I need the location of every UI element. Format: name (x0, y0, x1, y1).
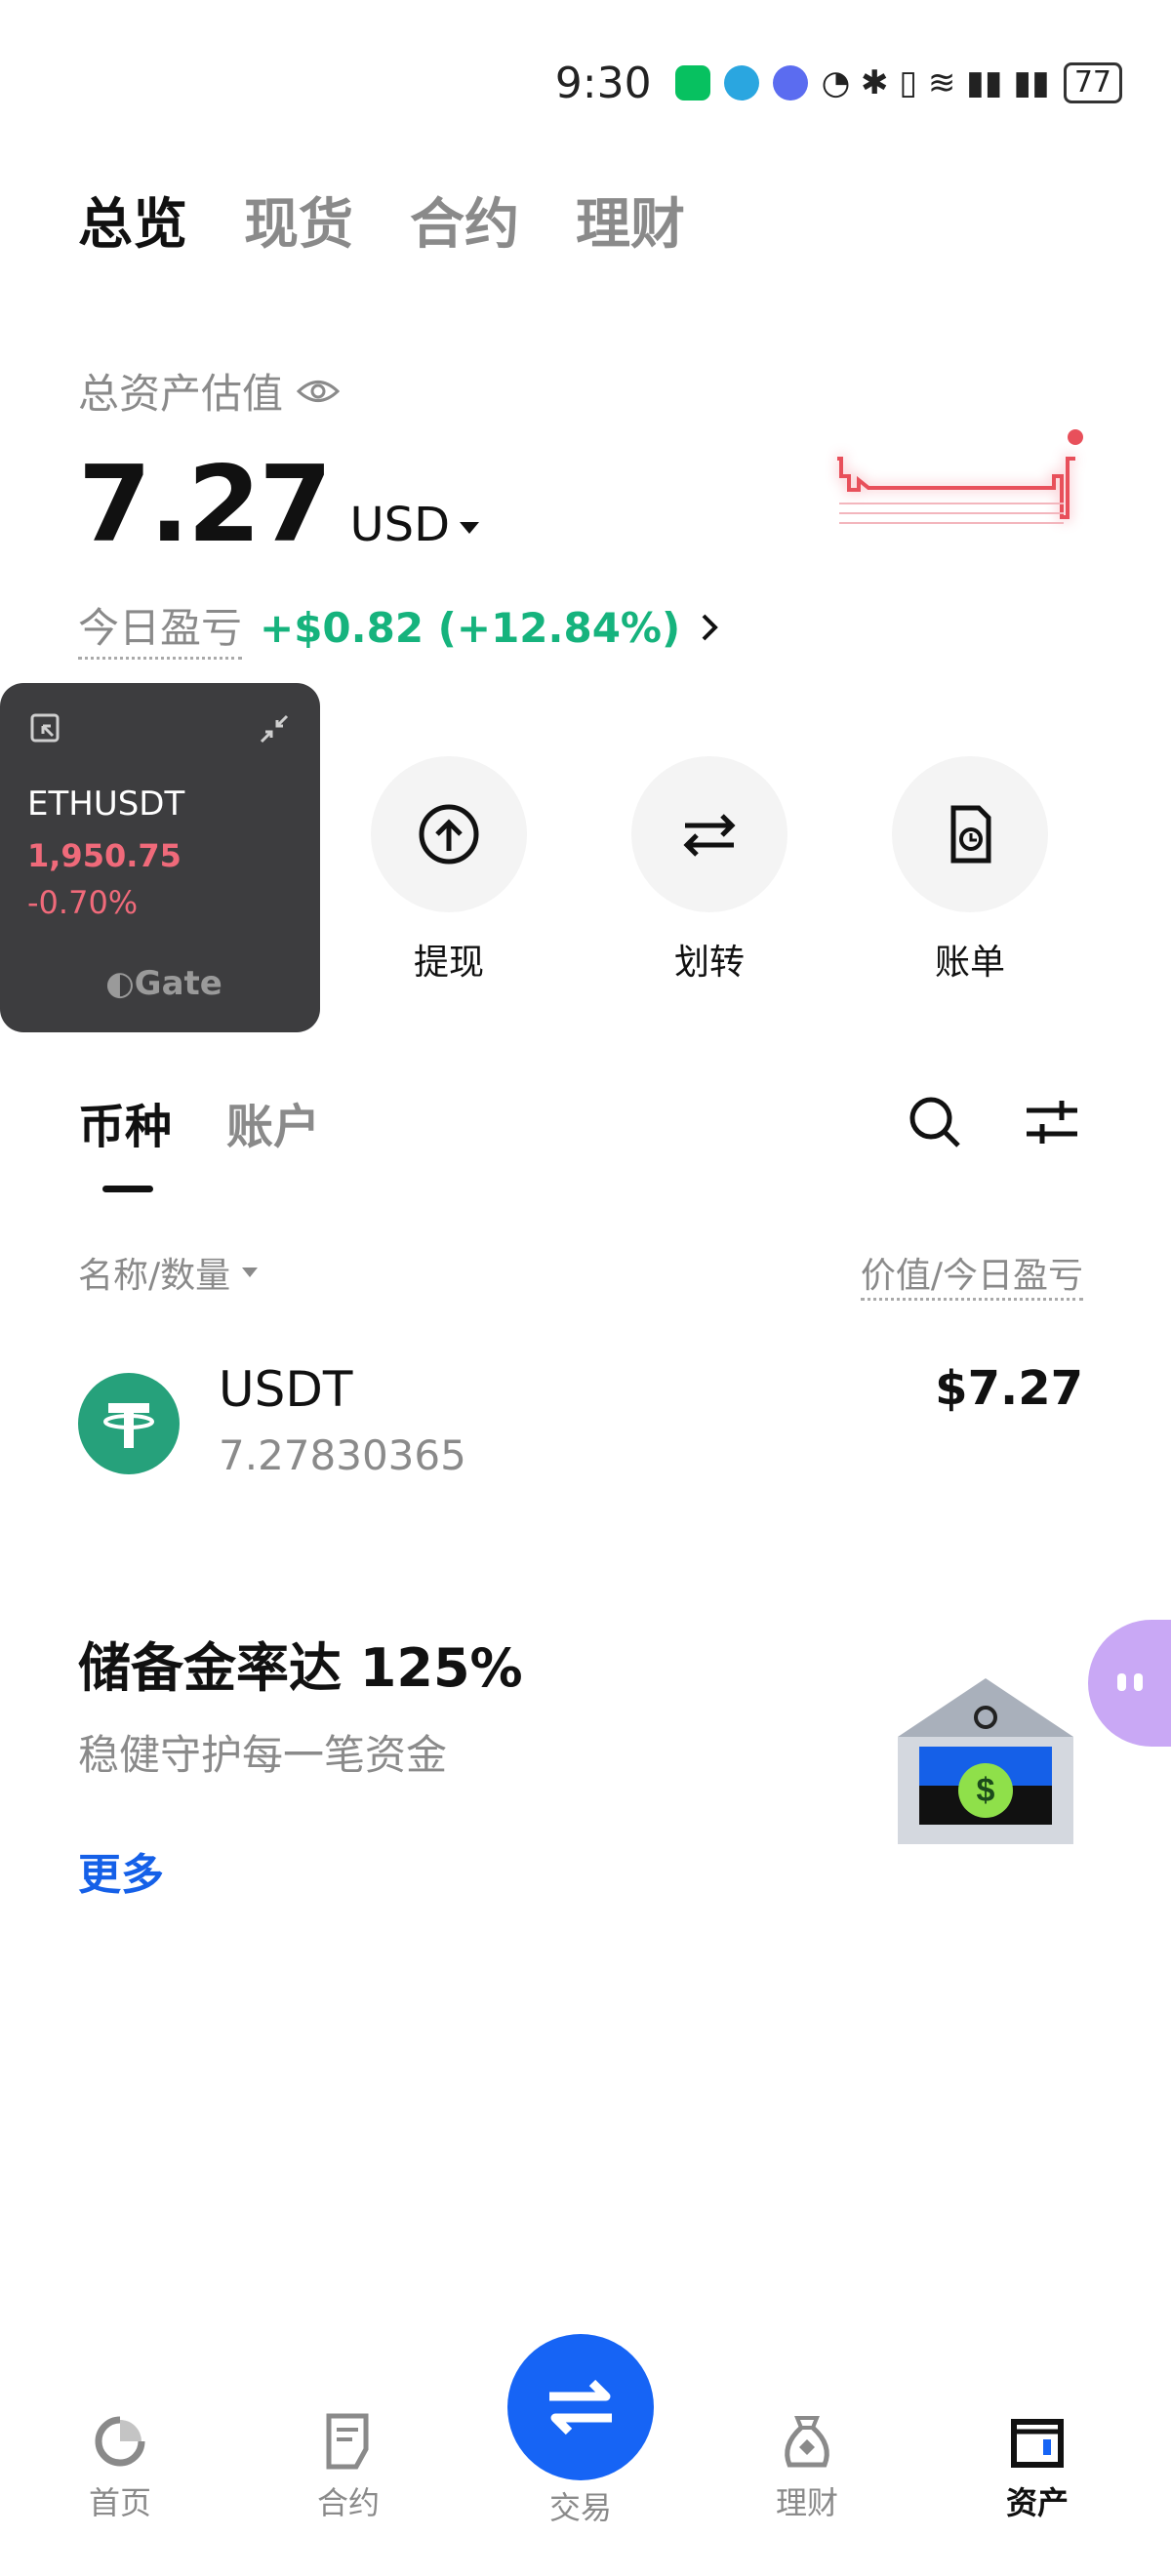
withdraw-icon (371, 756, 527, 912)
withdraw-button[interactable]: 提现 (371, 756, 527, 985)
ticker-price: 1,950.75 (27, 837, 182, 874)
coin-name: USDT (219, 1361, 353, 1418)
contract-icon (326, 2413, 369, 2470)
signal-icons: ◔ ✱ ▯ ≋ ▮▮ ▮▮ (821, 63, 1050, 102)
caret-down-icon (460, 522, 480, 534)
coin-amount: 7.27830365 (219, 1431, 466, 1479)
nav-home[interactable]: 首页 (61, 2410, 179, 2523)
status-bar: 9:30 ◔ ✱ ▯ ≋ ▮▮ ▮▮ 77 (555, 54, 1122, 112)
section-tabs: 币种 账户 (78, 1088, 320, 1156)
status-time: 9:30 (554, 58, 652, 108)
top-tabs: 总览 现货 合约 理财 (78, 181, 685, 260)
tab-futures[interactable]: 合约 (410, 181, 519, 260)
tab-overview[interactable]: 总览 (78, 181, 187, 260)
active-tab-indicator (102, 1186, 153, 1192)
coin-value: $7.27 (935, 1361, 1083, 1416)
wechat-icon (674, 65, 710, 101)
bill-label: 账单 (934, 943, 1005, 983)
battery-icon: 77 (1063, 62, 1122, 103)
value-pnl-header[interactable]: 价值/今日盈亏 (860, 1247, 1083, 1301)
trade-button[interactable] (507, 2334, 654, 2480)
reserve-subtitle: 稳健守护每一笔资金 (78, 1731, 448, 1779)
earn-icon (785, 2416, 829, 2468)
tab-earn[interactable]: 理财 (576, 181, 685, 260)
trade-label: 交易 (548, 2489, 612, 2526)
nav-earn-label: 理财 (775, 2484, 838, 2521)
pnl-value: +$0.82 (+12.84%) (260, 603, 681, 652)
filter-icon[interactable] (1023, 1095, 1081, 1149)
asset-amount: 7.27 (78, 444, 332, 566)
search-icon[interactable] (906, 1093, 964, 1151)
nav-home-label: 首页 (88, 2484, 151, 2521)
pnl-label: 今日盈亏 (78, 595, 243, 660)
wallet-icon (1011, 2419, 1064, 2468)
name-quantity-header: 名称/数量 (78, 1256, 231, 1296)
floating-ticker-widget[interactable]: ETHUSDT 1,950.75 -0.70% ◐Gate (0, 683, 320, 1032)
bank-vault-illustration: $ (898, 1678, 1073, 1844)
currency-label: USD (349, 498, 451, 552)
asset-sparkline (836, 429, 1083, 524)
transfer-icon (631, 756, 787, 912)
today-pnl[interactable]: 今日盈亏 +$0.82 (+12.84%) (78, 595, 721, 660)
caret-down-icon (242, 1268, 259, 1277)
sort-by-name[interactable]: 名称/数量 (78, 1247, 259, 1298)
transfer-label: 划转 (673, 943, 745, 983)
home-icon (95, 2416, 145, 2467)
tab-spot[interactable]: 现货 (244, 181, 353, 260)
swap-arrows-icon (549, 2379, 612, 2435)
collapse-icon[interactable] (258, 712, 291, 745)
tab-account[interactable]: 账户 (226, 1088, 320, 1156)
coin-row-usdt[interactable]: USDT 7.27830365 $7.27 (0, 1361, 1171, 1517)
total-asset-label: 总资产估值 (78, 370, 284, 418)
reserve-title: 储备金率达 125% (78, 1637, 523, 1699)
reserve-more-link[interactable]: 更多 (78, 1839, 164, 1902)
nav-futures-label: 合约 (316, 2484, 380, 2521)
withdraw-label: 提现 (413, 943, 484, 983)
gate-logo: ◐Gate (105, 964, 222, 1003)
transfer-button[interactable]: 划转 (631, 756, 787, 985)
currency-selector[interactable]: USD (349, 498, 480, 552)
bill-button[interactable]: 账单 (892, 756, 1048, 985)
ticker-change: -0.70% (27, 884, 139, 921)
svg-text:$: $ (977, 1772, 995, 1809)
ticker-symbol: ETHUSDT (27, 785, 185, 824)
nav-futures[interactable]: 合约 (290, 2410, 407, 2523)
bill-icon (892, 756, 1048, 912)
total-asset-label-row: 总资产估值 (78, 361, 341, 421)
chat-assistant-icon[interactable] (1073, 1620, 1171, 1747)
nav-earn[interactable]: 理财 (748, 2410, 866, 2523)
chevron-right-icon (702, 614, 719, 641)
app-notification-icon (723, 65, 759, 101)
eye-icon[interactable] (297, 377, 341, 406)
music-icon (772, 65, 808, 101)
tether-icon (78, 1373, 180, 1474)
total-asset-value: 7.27 USD (78, 444, 480, 566)
tab-currency[interactable]: 币种 (78, 1088, 172, 1156)
open-window-icon[interactable] (29, 712, 62, 745)
nav-assets-label: 资产 (1005, 2484, 1069, 2521)
nav-assets[interactable]: 资产 (979, 2410, 1096, 2523)
